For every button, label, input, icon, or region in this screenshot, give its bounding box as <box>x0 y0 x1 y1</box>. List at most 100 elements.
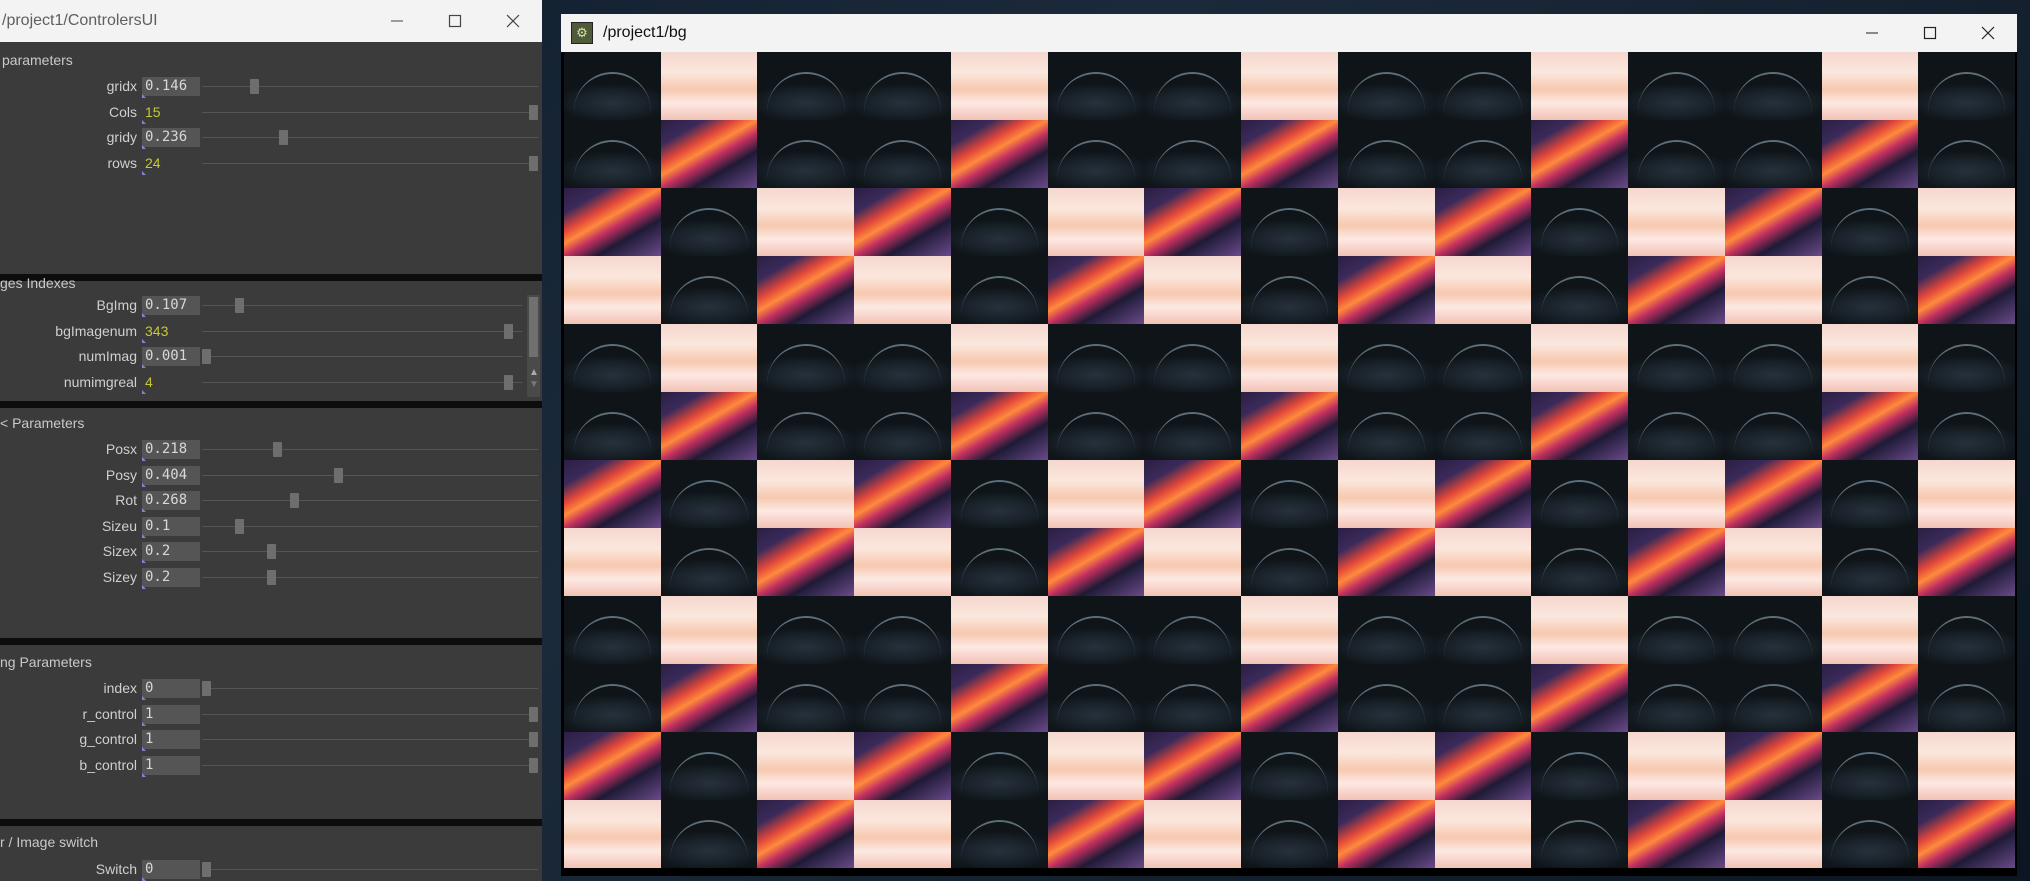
param-row[interactable]: Rot 0.268 <box>0 489 542 512</box>
slider-handle[interactable] <box>529 707 538 722</box>
slider-track[interactable] <box>202 714 538 715</box>
image-tile <box>1337 528 1435 596</box>
param-value-field[interactable]: 0.2 <box>142 568 200 589</box>
param-row[interactable]: Sizeu 0.1 <box>0 515 542 538</box>
slider-track[interactable] <box>202 739 538 740</box>
slider-handle[interactable] <box>529 732 538 747</box>
slider-track[interactable] <box>202 305 522 306</box>
param-value-field[interactable]: 24 <box>142 154 200 175</box>
maximize-button[interactable] <box>426 0 484 42</box>
slider-handle[interactable] <box>234 519 244 534</box>
param-row[interactable]: numImag 0.001 <box>0 345 542 368</box>
param-value-field[interactable]: 0.218 <box>142 440 200 461</box>
controllers-title-bar[interactable]: /project1/ControlersUI <box>0 0 542 42</box>
param-value-field[interactable]: 343 <box>142 322 200 343</box>
image-tile <box>1434 392 1532 460</box>
panel-image-switch: r / Image switch Switch 0 <box>0 826 542 881</box>
image-tile <box>660 324 758 392</box>
slider-track[interactable] <box>202 112 538 113</box>
param-value-field[interactable]: 0.146 <box>142 77 200 98</box>
param-row[interactable]: Sizex 0.2 <box>0 540 542 563</box>
scroll-up-icon[interactable]: ▲ <box>528 368 540 378</box>
scroll-down-icon[interactable]: ▼ <box>528 380 540 390</box>
slider-handle[interactable] <box>202 349 212 364</box>
slider-handle[interactable] <box>529 156 538 171</box>
slider-track[interactable] <box>202 137 538 138</box>
image-tile <box>950 392 1048 460</box>
slider-handle[interactable] <box>529 105 538 120</box>
slider-handle[interactable] <box>249 79 259 94</box>
param-row[interactable]: index 0 <box>0 677 542 700</box>
param-value-field[interactable]: 4 <box>142 373 200 394</box>
slider-handle[interactable] <box>334 468 344 483</box>
param-row[interactable]: Posx 0.218 <box>0 438 542 461</box>
slider-handle[interactable] <box>503 375 513 390</box>
close-button[interactable] <box>1959 14 2017 52</box>
param-row[interactable]: numimgreal 4 <box>0 371 542 394</box>
param-row[interactable]: r_control 1 <box>0 703 542 726</box>
close-button[interactable] <box>484 0 542 42</box>
minimize-button[interactable] <box>368 0 426 42</box>
param-row[interactable]: gridy 0.236 <box>0 126 542 149</box>
param-row[interactable]: Sizey 0.2 <box>0 566 542 589</box>
slider-handle[interactable] <box>202 862 211 877</box>
image-tile <box>1144 732 1242 800</box>
slider-track[interactable] <box>202 869 538 870</box>
slider-track[interactable] <box>202 356 522 357</box>
slider-track[interactable] <box>202 475 538 476</box>
param-row[interactable]: g_control 1 <box>0 728 542 751</box>
slider-track[interactable] <box>202 551 538 552</box>
image-tile <box>660 460 758 528</box>
param-value-field[interactable]: 1 <box>142 756 200 777</box>
image-tile <box>854 528 951 596</box>
slider-handle[interactable] <box>235 298 245 313</box>
param-value-field[interactable]: 1 <box>142 730 200 751</box>
param-row[interactable]: Posy 0.404 <box>0 464 542 487</box>
minimize-button[interactable] <box>1843 14 1901 52</box>
slider-track[interactable] <box>202 382 522 383</box>
slider-handle[interactable] <box>202 681 211 696</box>
slider-handle[interactable] <box>279 130 289 145</box>
param-row[interactable]: rows 24 <box>0 152 542 175</box>
slider-track[interactable] <box>202 765 538 766</box>
param-row[interactable]: b_control 1 <box>0 754 542 777</box>
maximize-button[interactable] <box>1901 14 1959 52</box>
param-value-field[interactable]: 0.236 <box>142 128 200 149</box>
param-value-field[interactable]: 0 <box>142 860 200 881</box>
slider-track[interactable] <box>202 577 538 578</box>
image-tile <box>1821 528 1919 596</box>
image-tile <box>1724 324 1822 392</box>
slider-handle[interactable] <box>529 758 538 773</box>
image-tile <box>660 596 758 664</box>
param-value-field[interactable]: 0.268 <box>142 491 200 512</box>
slider-handle[interactable] <box>503 324 513 339</box>
slider-handle[interactable] <box>289 493 299 508</box>
bg-title-bar[interactable]: ⚙ /project1/bg <box>561 14 2017 52</box>
scrollbar-thumb[interactable] <box>529 297 538 357</box>
slider-track[interactable] <box>202 163 538 164</box>
param-row[interactable]: gridx 0.146 <box>0 75 542 98</box>
slider-track[interactable] <box>202 331 522 332</box>
param-row[interactable]: bgImagenum 343 <box>0 320 542 343</box>
image-tile <box>1241 800 1338 868</box>
param-value-field[interactable]: 0.404 <box>142 466 200 487</box>
image-tile <box>1241 732 1338 800</box>
param-value-field[interactable]: 0.001 <box>142 347 200 368</box>
param-value-field[interactable]: 1 <box>142 705 200 726</box>
param-value-field[interactable]: 0.1 <box>142 517 200 538</box>
slider-handle[interactable] <box>267 544 277 559</box>
slider-track[interactable] <box>202 526 538 527</box>
slider-track[interactable] <box>202 500 538 501</box>
slider-handle[interactable] <box>273 442 283 457</box>
param-row[interactable]: Cols 15 <box>0 101 542 124</box>
param-value-field[interactable]: 0 <box>142 679 200 700</box>
slider-handle[interactable] <box>267 570 277 585</box>
param-row[interactable]: Switch 0 <box>0 858 542 881</box>
param-value-field[interactable]: 0.107 <box>142 296 200 317</box>
param-value-field[interactable]: 0.2 <box>142 542 200 563</box>
slider-track[interactable] <box>202 449 538 450</box>
param-value-field[interactable]: 15 <box>142 103 200 124</box>
param-row[interactable]: BgImg 0.107 <box>0 294 542 317</box>
slider-track[interactable] <box>202 688 538 689</box>
param-label: Posy <box>105 467 137 483</box>
